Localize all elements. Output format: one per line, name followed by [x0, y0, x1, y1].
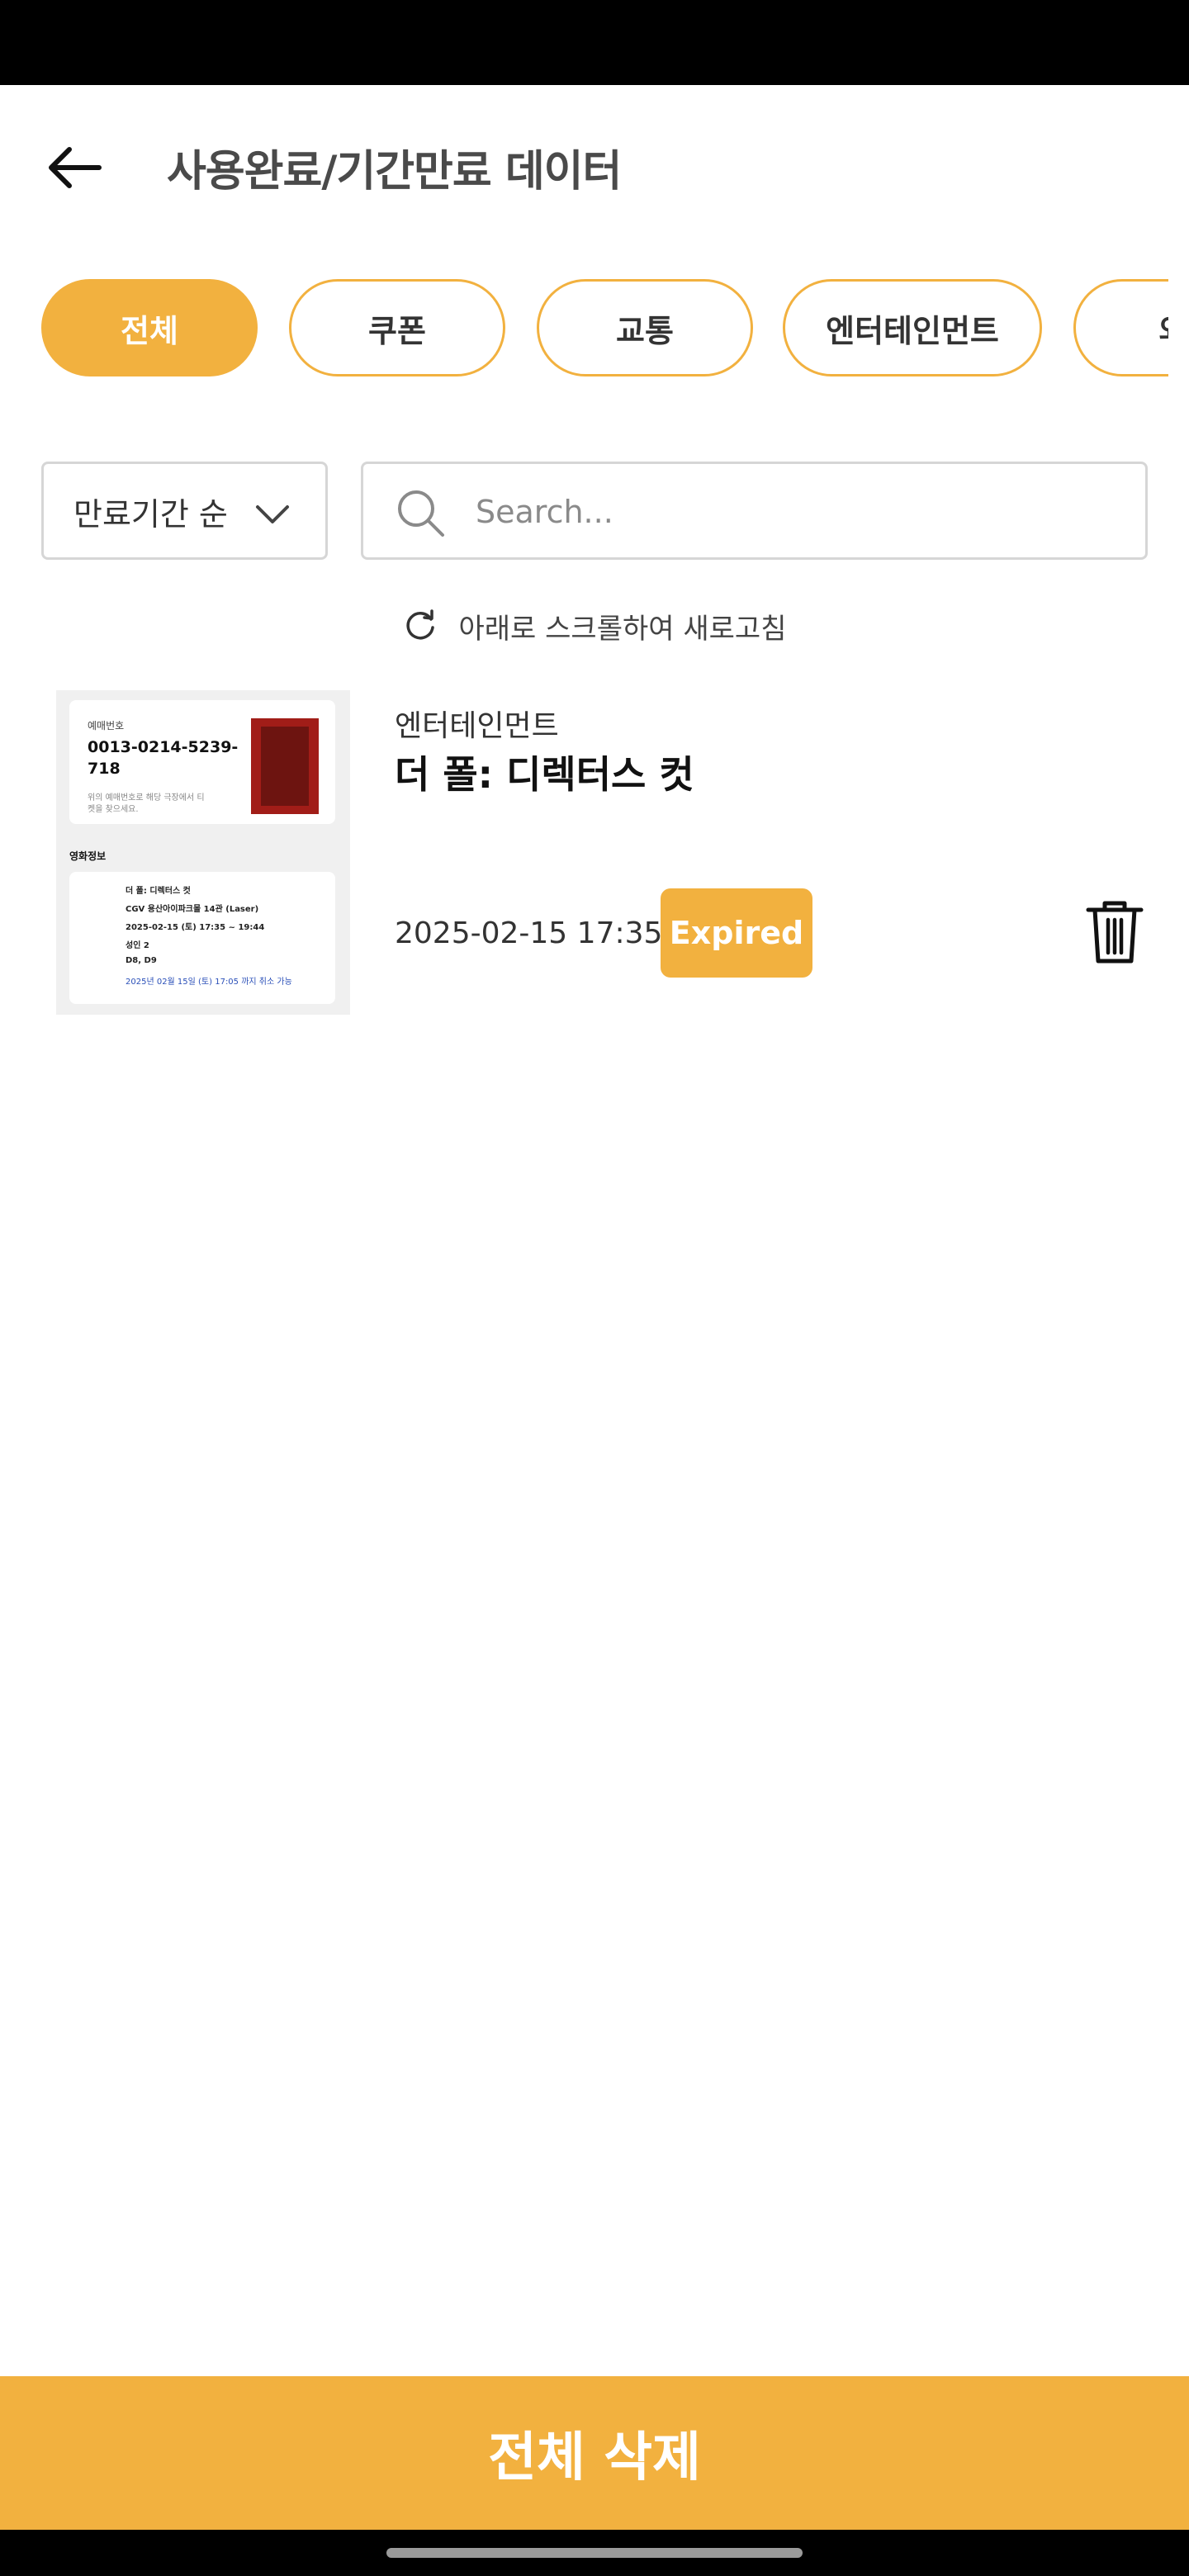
refresh-hint-text: 아래로 스크롤하여 새로고침: [458, 612, 787, 646]
refresh-icon: [405, 609, 434, 640]
item-title: 더 폴: 디렉터스 컷: [395, 752, 694, 797]
tab-coupon[interactable]: 쿠폰: [289, 279, 505, 376]
detail-line: 2025년 02월 15일 (토) 17:05 까지 취소 가능: [126, 978, 292, 987]
detail-line: D8, D9: [126, 956, 157, 965]
tab-entertainment[interactable]: 엔터테인먼트: [783, 279, 1042, 376]
item-datetime: 2025-02-15 17:35: [395, 916, 663, 950]
search-icon: [398, 490, 444, 537]
movie-info-card: 더 폴: 디렉터스 컷 CGV 용산아이파크몰 14관 (Laser) 2025…: [69, 872, 335, 1004]
status-bar: [0, 0, 1189, 85]
navigation-bar: [0, 2530, 1189, 2576]
status-badge: Expired: [661, 888, 812, 978]
delete-all-button[interactable]: 전체 삭제: [0, 2376, 1189, 2530]
search-box[interactable]: [361, 462, 1148, 560]
back-button[interactable]: [41, 135, 107, 201]
tab-other[interactable]: 외: [1073, 279, 1168, 376]
section-title: 영화정보: [69, 850, 107, 862]
page-title: 사용완료/기간만료 데이터: [167, 147, 622, 197]
ticket-notice: 위의 예매번호로 해당 극장에서 티켓을 찾으세요.: [88, 793, 205, 814]
booking-label: 예매번호: [88, 720, 125, 732]
trash-icon[interactable]: [1085, 898, 1144, 966]
home-indicator[interactable]: [386, 2548, 803, 2558]
header: 사용완료/기간만료 데이터: [0, 85, 1189, 242]
booking-number: 0013-0214-5239-718: [88, 738, 239, 778]
category-tabs: 전체 쿠폰 교통 엔터테인먼트 외: [0, 279, 1168, 381]
tab-transport[interactable]: 교통: [537, 279, 753, 376]
tab-all[interactable]: 전체: [41, 279, 258, 376]
movie-poster: [251, 718, 319, 814]
detail-line: CGV 용산아이파크몰 14관 (Laser): [126, 905, 259, 914]
ticket-thumbnail: 예매번호 0013-0214-5239-718 위의 예매번호로 해당 극장에서…: [56, 690, 350, 1015]
list-item[interactable]: 예매번호 0013-0214-5239-718 위의 예매번호로 해당 극장에서…: [56, 690, 1156, 1016]
sort-dropdown[interactable]: 만료기간 순: [41, 462, 328, 560]
arrow-left-icon: [49, 147, 102, 188]
sort-label: 만료기간 순: [73, 496, 228, 533]
chevron-down-icon: [256, 505, 289, 523]
detail-line: 더 폴: 디렉터스 컷: [126, 887, 191, 896]
search-input[interactable]: [474, 484, 1105, 540]
detail-line: 성인 2: [126, 941, 149, 950]
item-category: 엔터테인먼트: [395, 709, 559, 743]
refresh-hint: 아래로 스크롤하여 새로고침: [0, 601, 1189, 651]
detail-line: 2025-02-15 (토) 17:35 ~ 19:44: [126, 923, 265, 932]
